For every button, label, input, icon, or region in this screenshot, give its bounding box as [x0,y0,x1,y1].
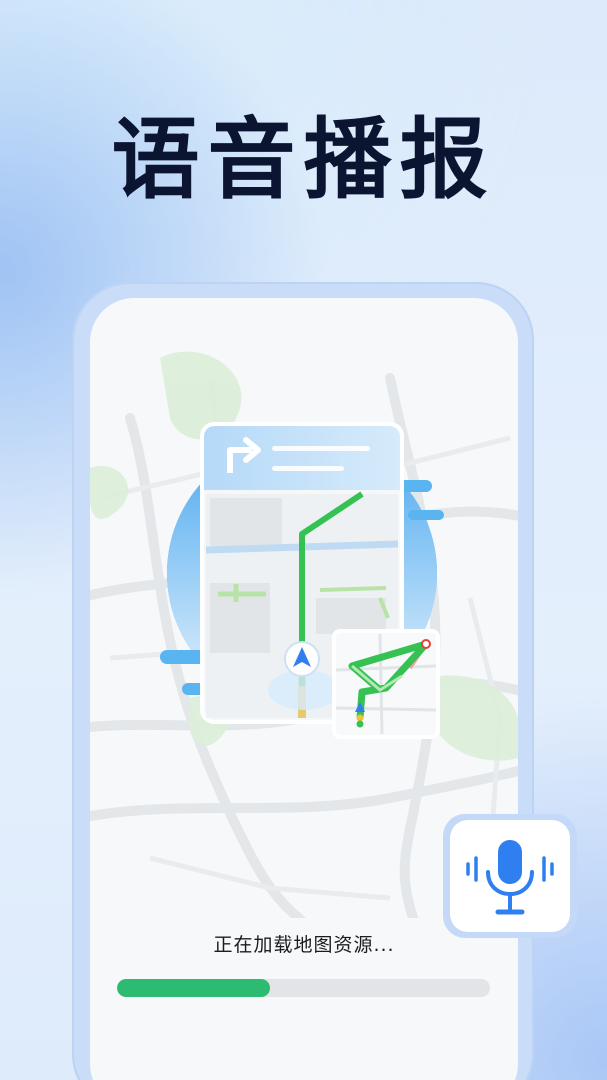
loading-progress-fill [117,979,270,997]
route-preview-card [332,629,440,739]
voice-broadcast-button[interactable] [443,814,577,938]
navigation-arrow-icon [284,641,320,677]
loading-progress-bar [117,979,490,997]
phone-screen: 正在加载地图资源... [90,298,518,1080]
headline-title: 语音播报 [111,108,496,211]
microphone-icon [466,840,554,915]
voice-broadcast-button-face [450,820,570,932]
